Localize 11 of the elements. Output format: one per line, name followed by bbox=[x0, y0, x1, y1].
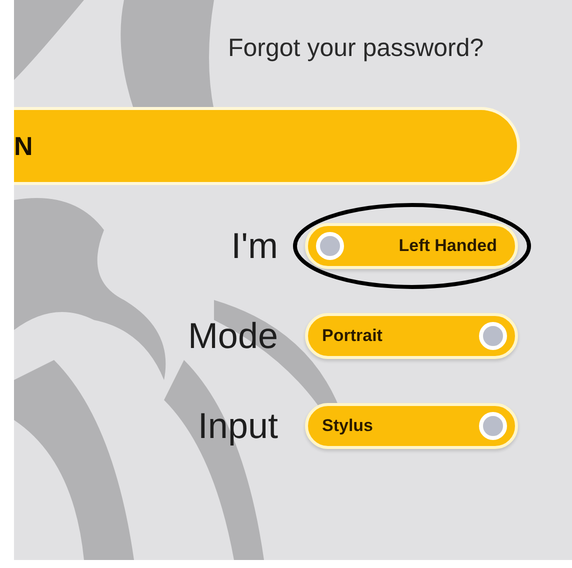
forgot-password-link[interactable]: Forgot your password? bbox=[228, 34, 484, 63]
toggle-thumb bbox=[479, 322, 507, 350]
toggle-thumb bbox=[316, 232, 344, 260]
setting-label: Input bbox=[198, 405, 278, 447]
toggle-switch[interactable]: Stylus bbox=[305, 403, 518, 449]
toggle-thumb bbox=[479, 412, 507, 440]
toggle-switch[interactable]: Left Handed bbox=[305, 223, 518, 269]
toggle-switch[interactable]: Portrait bbox=[305, 313, 518, 359]
setting-label: Mode bbox=[188, 315, 278, 357]
setting-label: I'm bbox=[231, 225, 278, 267]
sign-in-button[interactable]: N bbox=[14, 107, 520, 185]
